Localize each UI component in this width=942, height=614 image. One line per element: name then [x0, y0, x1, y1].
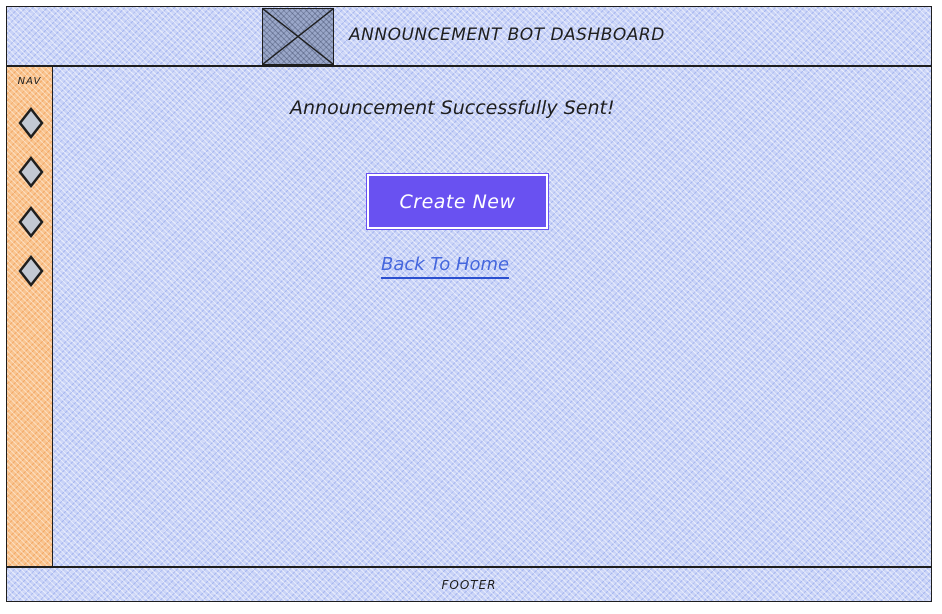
logo-placeholder-icon [262, 8, 334, 65]
back-to-home-link[interactable]: Back To Home [381, 254, 510, 279]
main-content: Announcement Successfully Sent! Create N… [53, 66, 932, 567]
footer-bar: FOOTER [6, 567, 932, 602]
nav-item-3-diamond-icon[interactable] [18, 206, 44, 238]
app-title: ANNOUNCEMENT BOT DASHBOARD [349, 25, 665, 45]
success-message: Announcement Successfully Sent! [290, 97, 615, 119]
header-bar: ANNOUNCEMENT BOT DASHBOARD [6, 6, 932, 66]
nav-item-1-diamond-icon[interactable] [18, 107, 44, 139]
footer-text: FOOTER [441, 578, 497, 592]
sidebar-nav: NAV [6, 66, 53, 567]
nav-label: NAV [17, 76, 42, 87]
create-new-button[interactable]: Create New [366, 173, 549, 230]
nav-item-2-diamond-icon[interactable] [18, 156, 44, 188]
nav-item-4-diamond-icon[interactable] [18, 255, 44, 287]
